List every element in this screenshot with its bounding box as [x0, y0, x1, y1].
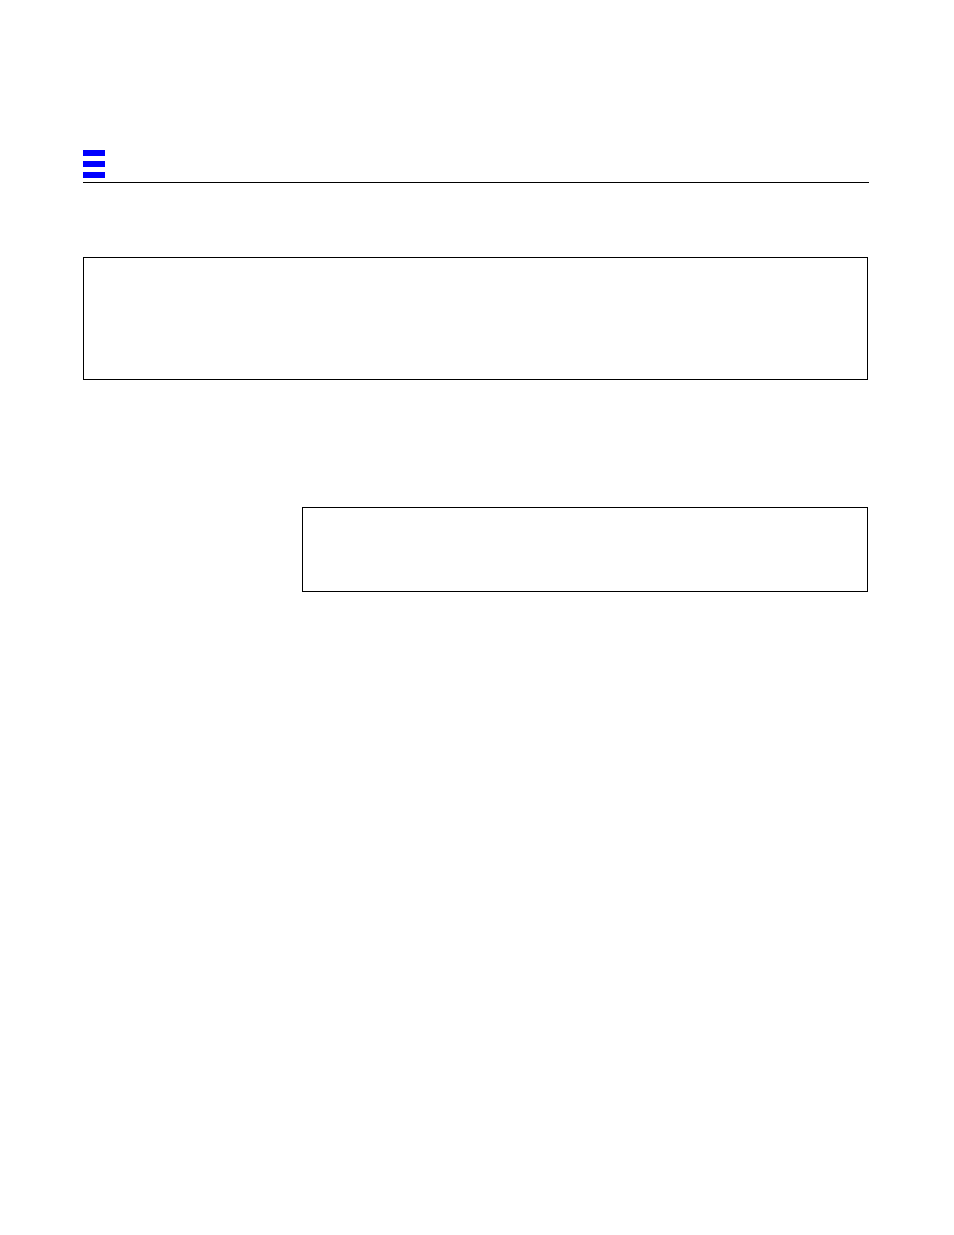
bar-bottom	[83, 172, 105, 178]
empty-box-2	[302, 507, 868, 592]
bar-top	[83, 150, 105, 156]
document-page	[0, 0, 954, 1235]
header-rule	[83, 182, 869, 183]
bar-middle	[83, 161, 105, 167]
menu-bars-icon	[83, 150, 105, 178]
empty-box-1	[83, 257, 868, 380]
